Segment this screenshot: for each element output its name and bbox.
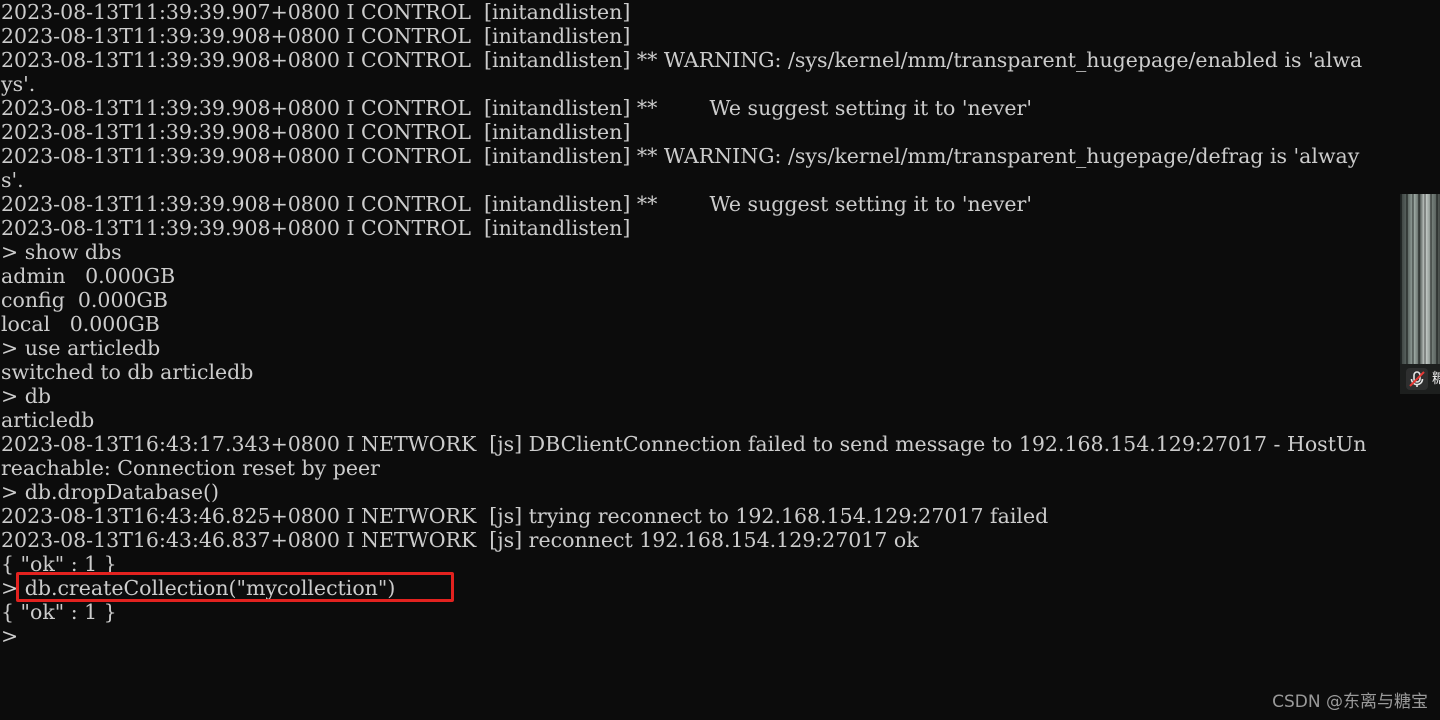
terminal-line: ys'. xyxy=(1,72,36,96)
terminal-line: reachable: Connection reset by peer xyxy=(1,456,380,480)
watermark: CSDN @东离与糖宝 xyxy=(1272,692,1428,712)
terminal-line: > use articledb xyxy=(1,336,161,360)
terminal-line: s'. xyxy=(1,168,24,192)
terminal-line: switched to db articledb xyxy=(1,360,254,384)
terminal-line: 2023-08-13T11:39:39.908+0800 I CONTROL [… xyxy=(1,216,631,240)
terminal-line: 2023-08-13T16:43:17.343+0800 I NETWORK [… xyxy=(1,432,1367,456)
terminal-line: 2023-08-13T11:39:39.907+0800 I CONTROL [… xyxy=(1,0,631,24)
terminal-line: { "ok" : 1 } xyxy=(1,600,117,624)
terminal-line: config 0.000GB xyxy=(1,288,168,312)
terminal-line: admin 0.000GB xyxy=(1,264,176,288)
video-thumbnail[interactable]: 糖 xyxy=(1400,194,1440,394)
mic-off-icon[interactable] xyxy=(1406,368,1428,390)
terminal-line: { "ok" : 1 } xyxy=(1,552,117,576)
thumbnail-label: 糖 xyxy=(1432,371,1440,387)
terminal-line: > db.dropDatabase() xyxy=(1,480,219,504)
terminal-line: 2023-08-13T11:39:39.908+0800 I CONTROL [… xyxy=(1,120,631,144)
highlighted-command-line: > db.createCollection("mycollection") xyxy=(1,576,396,600)
terminal-output[interactable]: 2023-08-13T11:39:39.907+0800 I CONTROL [… xyxy=(1,0,1366,648)
terminal-line: > xyxy=(1,624,19,648)
terminal-line: 2023-08-13T16:43:46.825+0800 I NETWORK [… xyxy=(1,504,1049,528)
terminal-line: 2023-08-13T11:39:39.908+0800 I CONTROL [… xyxy=(1,192,1032,216)
terminal-line: 2023-08-13T11:39:39.908+0800 I CONTROL [… xyxy=(1,48,1363,72)
terminal-line: 2023-08-13T11:39:39.908+0800 I CONTROL [… xyxy=(1,144,1360,168)
terminal-line: > show dbs xyxy=(1,240,122,264)
terminal-line: articledb xyxy=(1,408,95,432)
terminal-window[interactable]: 2023-08-13T11:39:39.907+0800 I CONTROL [… xyxy=(0,0,1440,720)
terminal-line: local 0.000GB xyxy=(1,312,160,336)
thumbnail-image xyxy=(1400,194,1440,364)
terminal-line: > db xyxy=(1,384,51,408)
terminal-line: 2023-08-13T11:39:39.908+0800 I CONTROL [… xyxy=(1,96,1032,120)
terminal-line: 2023-08-13T11:39:39.908+0800 I CONTROL [… xyxy=(1,24,631,48)
terminal-line: 2023-08-13T16:43:46.837+0800 I NETWORK [… xyxy=(1,528,919,552)
